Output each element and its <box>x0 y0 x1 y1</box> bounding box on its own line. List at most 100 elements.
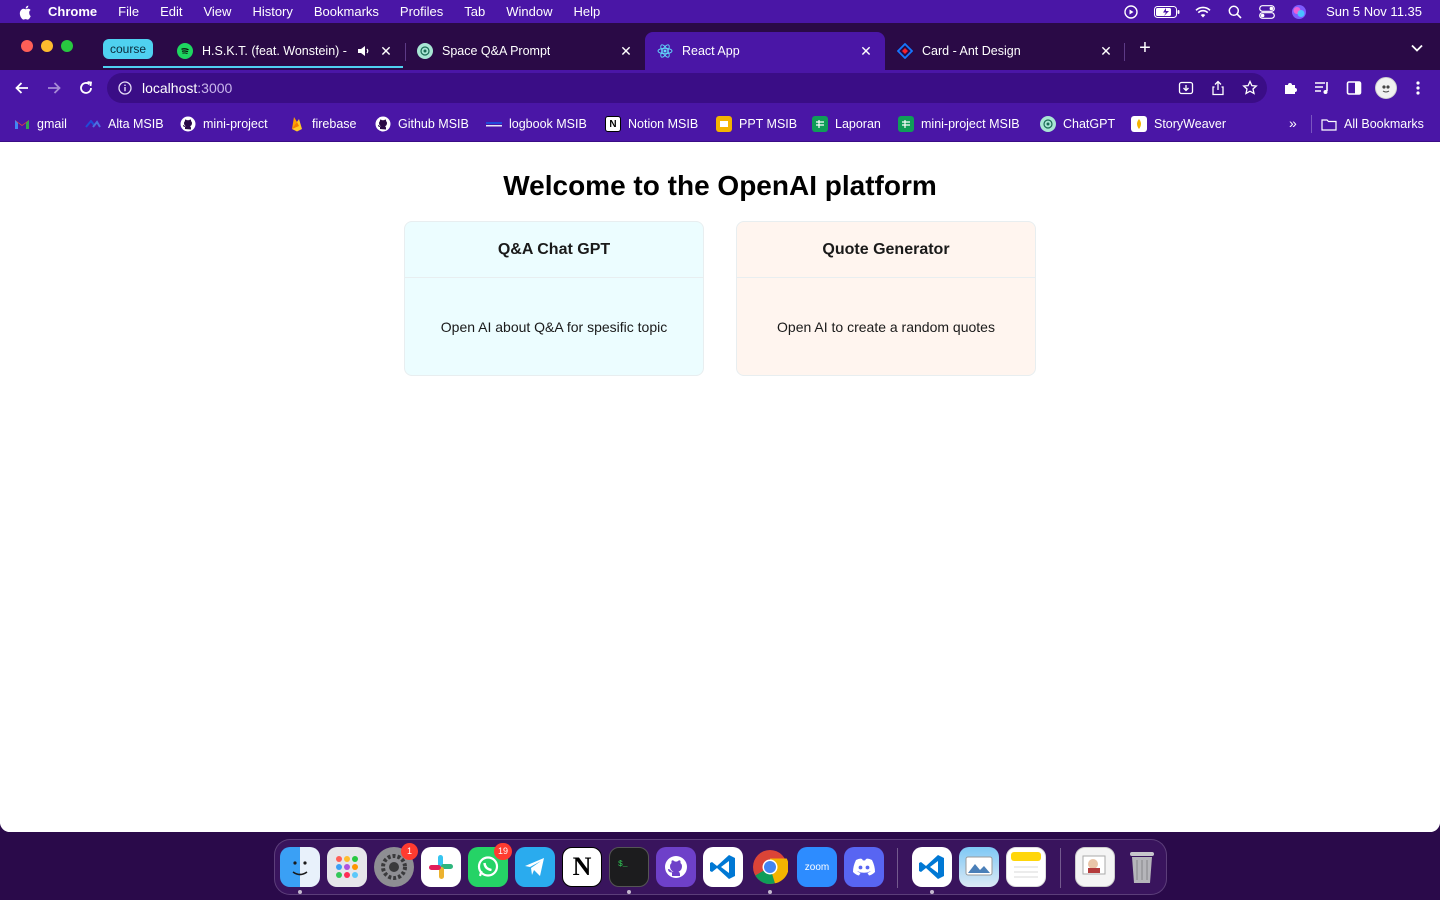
slack-icon[interactable] <box>421 847 461 887</box>
bookmark-notion-msib[interactable]: N Notion MSIB <box>605 115 698 133</box>
tab-strip: course H.S.K.T. (feat. Wonstein) - ✕ Spa… <box>0 23 1440 70</box>
menu-bookmarks[interactable]: Bookmarks <box>314 4 379 19</box>
spotlight-search-icon[interactable] <box>1226 5 1244 19</box>
sheets-icon <box>898 116 914 132</box>
card-title: Quote Generator <box>737 222 1035 278</box>
browser-window: course H.S.K.T. (feat. Wonstein) - ✕ Spa… <box>0 23 1440 832</box>
new-tab-button[interactable]: + <box>1136 38 1154 58</box>
menu-window[interactable]: Window <box>506 4 552 19</box>
bookmark-star-icon[interactable] <box>1242 79 1258 96</box>
bookmark-storyweaver[interactable]: StoryWeaver <box>1131 115 1226 133</box>
notion-icon: N <box>605 116 621 132</box>
back-arrow-icon[interactable] <box>13 79 31 97</box>
tab-close-icon[interactable]: ✕ <box>619 44 633 58</box>
firebase-icon <box>289 116 305 132</box>
bookmarks-bar: gmail Alta MSIB mini-project firebase Gi… <box>0 106 1440 142</box>
tab-react-app[interactable]: React App ✕ <box>645 32 885 70</box>
notion-icon[interactable]: N <box>562 847 602 887</box>
tab-search-chevron-icon[interactable] <box>1410 41 1424 55</box>
tab-title: Card - Ant Design <box>922 44 1021 58</box>
card-description: Open AI to create a random quotes <box>777 318 995 335</box>
launchpad-icon[interactable] <box>327 847 367 887</box>
forward-arrow-icon[interactable] <box>45 79 63 97</box>
whatsapp-icon[interactable]: 19 <box>468 843 512 887</box>
bookmark-label: Laporan <box>835 117 881 131</box>
tab-close-icon[interactable]: ✕ <box>859 44 873 58</box>
notification-badge: 19 <box>493 843 512 860</box>
tab-card-ant-design[interactable]: Card - Ant Design ✕ <box>885 32 1125 70</box>
siri-icon[interactable] <box>1290 4 1308 19</box>
bookmark-chatgpt[interactable]: ChatGPT <box>1040 115 1115 133</box>
vscode-icon[interactable] <box>703 847 743 887</box>
menu-app-name[interactable]: Chrome <box>48 4 97 19</box>
github-desktop-icon[interactable] <box>656 847 696 887</box>
macos-dock: 1 19 N $_ zoom <box>274 839 1167 895</box>
bookmark-label: firebase <box>312 117 357 131</box>
tab-group-chip[interactable]: course <box>103 39 154 59</box>
bookmark-gmail[interactable]: gmail <box>14 115 67 133</box>
control-center-icon[interactable] <box>1258 4 1276 19</box>
url-text[interactable]: localhost:3000 <box>142 80 232 96</box>
site-info-icon[interactable] <box>118 81 132 95</box>
battery-icon[interactable] <box>1154 5 1180 19</box>
telegram-icon[interactable] <box>515 847 555 887</box>
logbook-icon <box>486 116 502 132</box>
notes-icon[interactable] <box>1006 847 1046 887</box>
apple-logo-icon[interactable] <box>18 4 34 20</box>
wifi-icon[interactable] <box>1194 5 1212 19</box>
window-close-button[interactable] <box>21 40 33 52</box>
menu-help[interactable]: Help <box>574 4 601 19</box>
finder-icon[interactable] <box>280 847 320 887</box>
window-zoom-button[interactable] <box>61 40 73 52</box>
share-icon[interactable] <box>1210 80 1226 96</box>
bookmark-firebase[interactable]: firebase <box>289 115 356 133</box>
bookmark-logbook-msib[interactable]: logbook MSIB <box>486 115 587 133</box>
vscode-icon[interactable] <box>912 847 952 887</box>
qa-chat-gpt-card[interactable]: Q&A Chat GPT Open AI about Q&A for spesi… <box>404 221 704 376</box>
window-minimize-button[interactable] <box>41 40 53 52</box>
bookmark-mini-project-msib[interactable]: mini-project MSIB <box>898 115 1020 133</box>
audio-playing-icon[interactable] <box>357 44 371 58</box>
menubar-clock[interactable]: Sun 5 Nov 11.35 <box>1326 4 1422 19</box>
photos-icon[interactable] <box>1075 847 1115 887</box>
tab-close-icon[interactable]: ✕ <box>1099 44 1113 58</box>
more-bookmarks-chevron-icon[interactable]: » <box>1289 115 1297 131</box>
menu-view[interactable]: View <box>203 4 231 19</box>
tab-spotify[interactable]: H.S.K.T. (feat. Wonstein) - ✕ <box>165 32 405 70</box>
reload-icon[interactable] <box>77 79 95 97</box>
screen-recording-icon[interactable] <box>1122 4 1140 19</box>
install-app-icon[interactable] <box>1178 80 1194 96</box>
bookmark-github-msib[interactable]: Github MSIB <box>375 115 469 133</box>
bookmark-alta-msib[interactable]: Alta MSIB <box>85 115 164 133</box>
menu-history[interactable]: History <box>252 4 292 19</box>
bookmark-label: gmail <box>37 117 67 131</box>
bookmark-laporan[interactable]: Laporan <box>812 115 881 133</box>
menu-profiles[interactable]: Profiles <box>400 4 443 19</box>
trash-icon[interactable] <box>1122 847 1162 887</box>
openai-icon <box>1040 116 1056 132</box>
menu-tab[interactable]: Tab <box>464 4 485 19</box>
address-bar[interactable]: localhost:3000 <box>107 73 1267 103</box>
chrome-icon[interactable] <box>750 847 790 887</box>
notification-badge: 1 <box>401 843 418 860</box>
discord-icon[interactable] <box>844 847 884 887</box>
all-bookmarks-button[interactable]: All Bookmarks <box>1321 115 1424 133</box>
chrome-menu-kebab-icon[interactable] <box>1409 79 1427 97</box>
menu-file[interactable]: File <box>118 4 139 19</box>
browser-toolbar: localhost:3000 <box>0 70 1440 106</box>
terminal-icon[interactable]: $_ <box>609 847 649 887</box>
bookmark-ppt-msib[interactable]: PPT MSIB <box>716 115 797 133</box>
quote-generator-card[interactable]: Quote Generator Open AI to create a rand… <box>736 221 1036 376</box>
tab-close-icon[interactable]: ✕ <box>379 44 393 58</box>
menu-edit[interactable]: Edit <box>160 4 182 19</box>
tab-space-qa-prompt[interactable]: Space Q&A Prompt ✕ <box>405 32 645 70</box>
media-controls-icon[interactable] <box>1313 79 1331 97</box>
preview-icon[interactable] <box>959 847 999 887</box>
extensions-puzzle-icon[interactable] <box>1281 79 1299 97</box>
bookmark-label: logbook MSIB <box>509 117 587 131</box>
side-panel-icon[interactable] <box>1345 79 1363 97</box>
zoom-icon[interactable]: zoom <box>797 847 837 887</box>
system-settings-icon[interactable]: 1 <box>374 843 418 887</box>
bookmark-mini-project[interactable]: mini-project <box>180 115 268 133</box>
profile-avatar[interactable] <box>1375 77 1397 99</box>
